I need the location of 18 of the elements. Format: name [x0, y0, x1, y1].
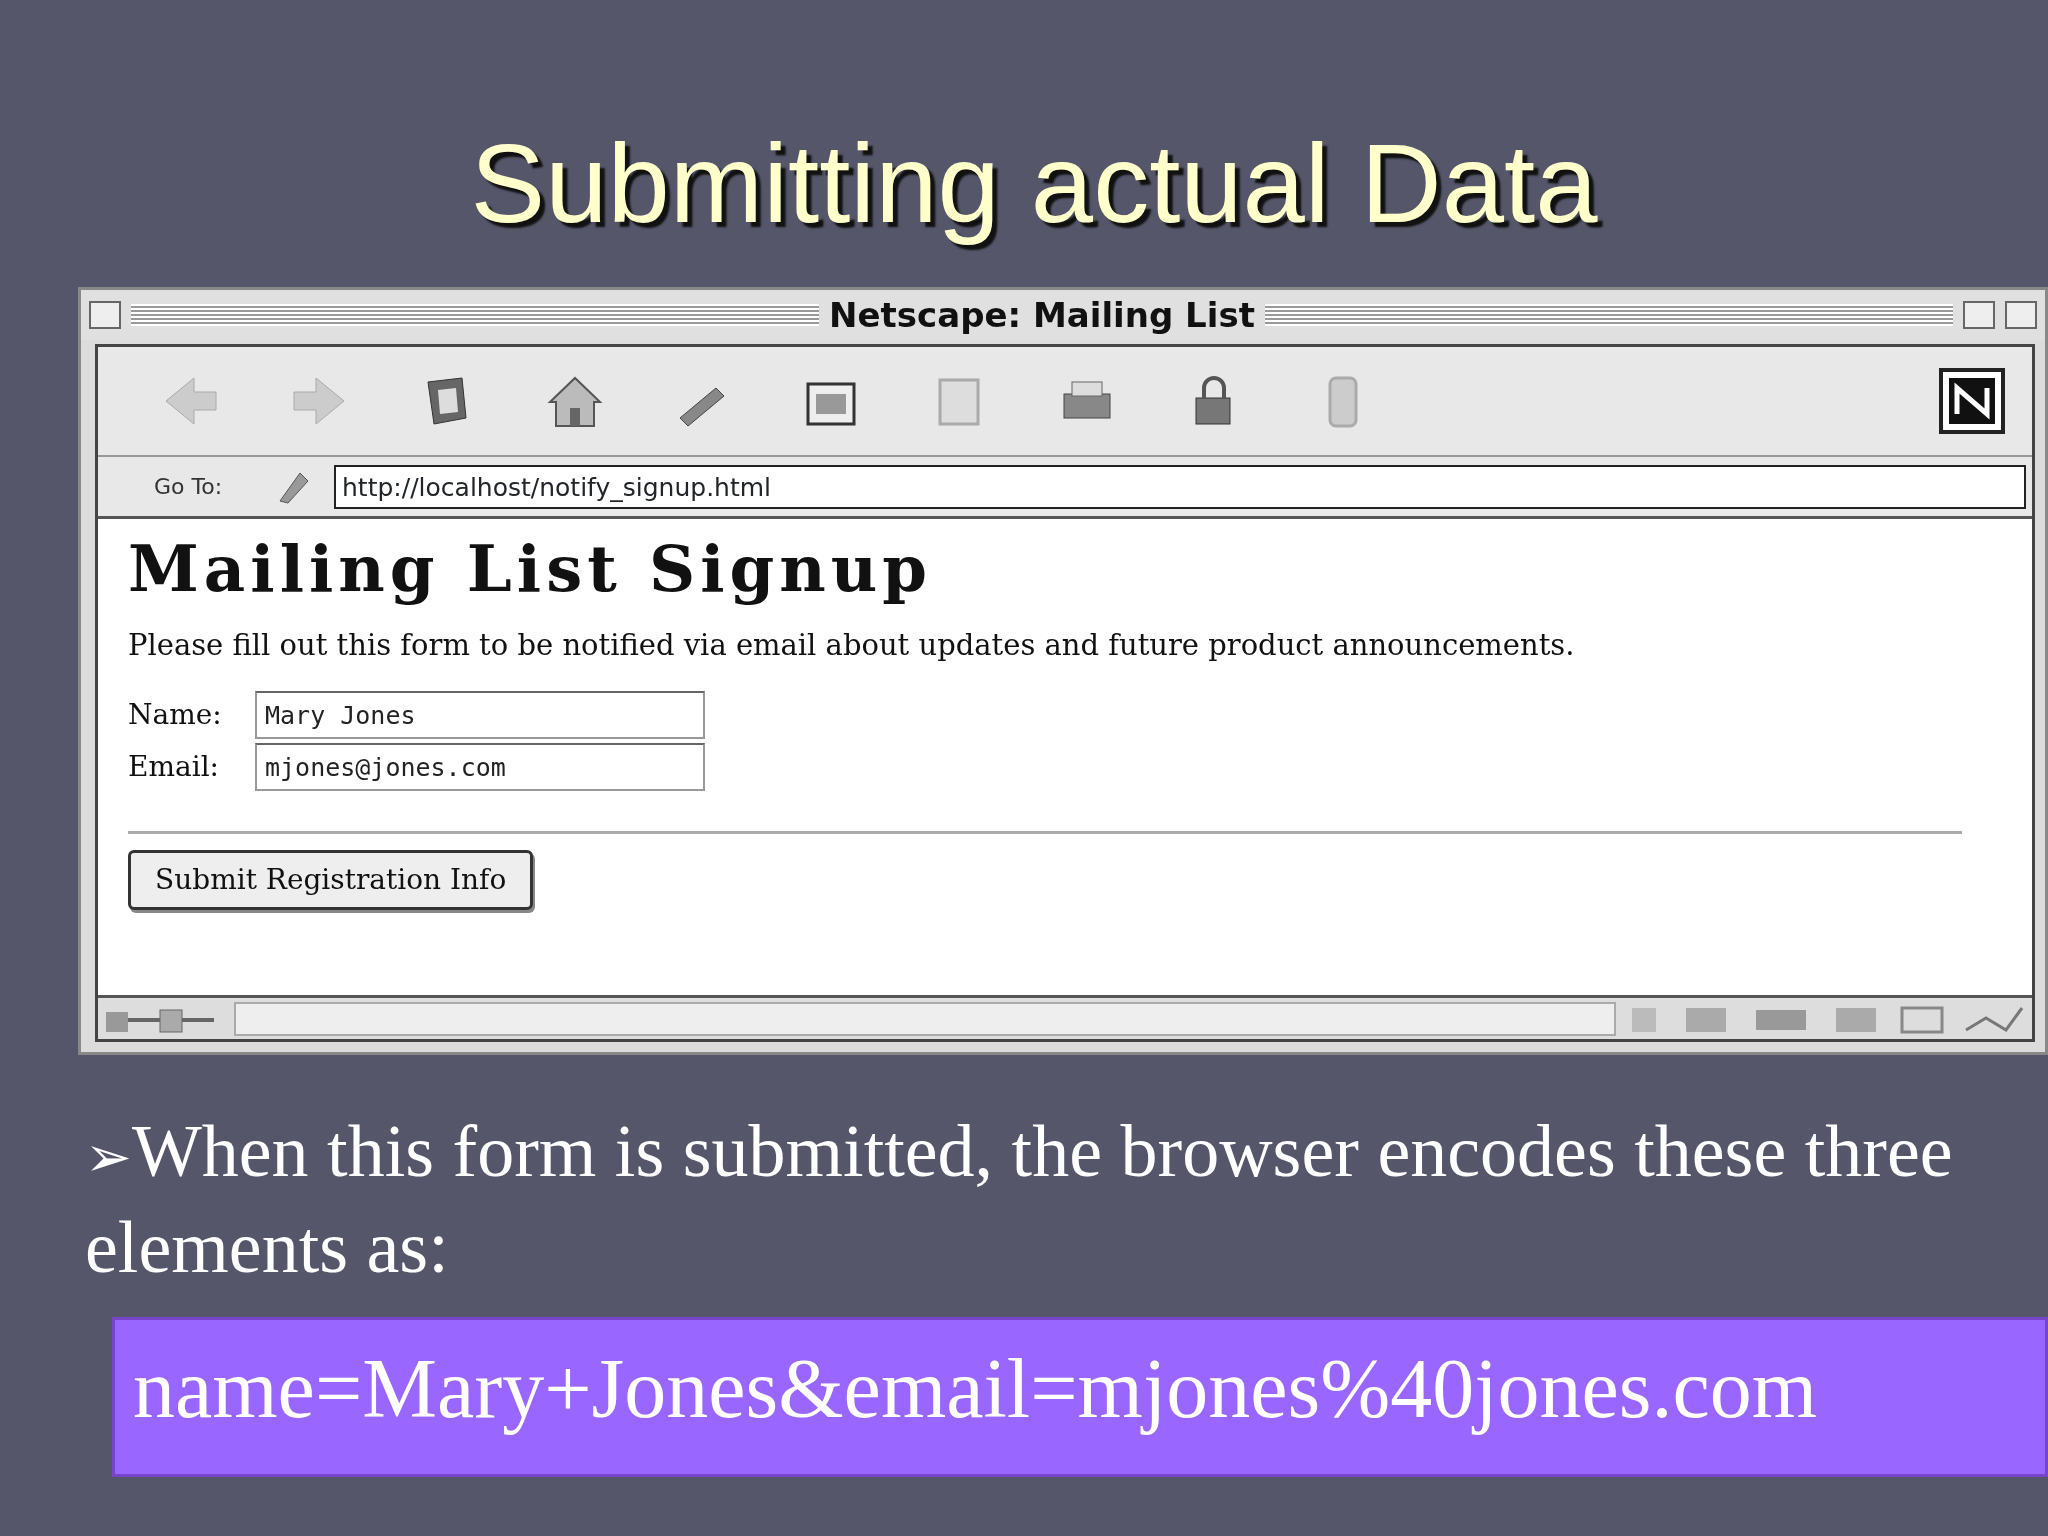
field-label: Name: — [128, 697, 223, 734]
input-field[interactable]: Mary Jones — [255, 691, 705, 740]
page-heading: Mailing List Signup — [128, 531, 934, 608]
close-box[interactable] — [89, 301, 121, 329]
title-bar-stripes[interactable] — [131, 304, 820, 326]
zoom-box[interactable] — [1963, 301, 1995, 329]
url-field[interactable]: http://localhost/notify_signup.html — [334, 464, 2026, 509]
bullet-text: ➢When this form is submitted, the browser encodes these three elements as: — [85, 1109, 1954, 1291]
slide-title: Submitting actual Data — [469, 120, 1599, 248]
title-bar-stripes[interactable] — [1264, 304, 1953, 326]
window-title: Netscape: Mailing List — [829, 293, 1255, 337]
submit-button[interactable]: Submit Registration Info — [128, 850, 534, 911]
encoded-string: name=Mary+Jones&email=mjones%40jones.com — [112, 1317, 2048, 1478]
intro-text: Please fill out this form to be notified via email about updates and future product announcements. — [128, 626, 1576, 664]
collapse-box[interactable] — [2005, 301, 2037, 329]
field-label: Email: — [128, 749, 221, 786]
location-label: Go To: — [154, 473, 224, 501]
input-field[interactable]: mjones@jones.com — [255, 743, 705, 792]
